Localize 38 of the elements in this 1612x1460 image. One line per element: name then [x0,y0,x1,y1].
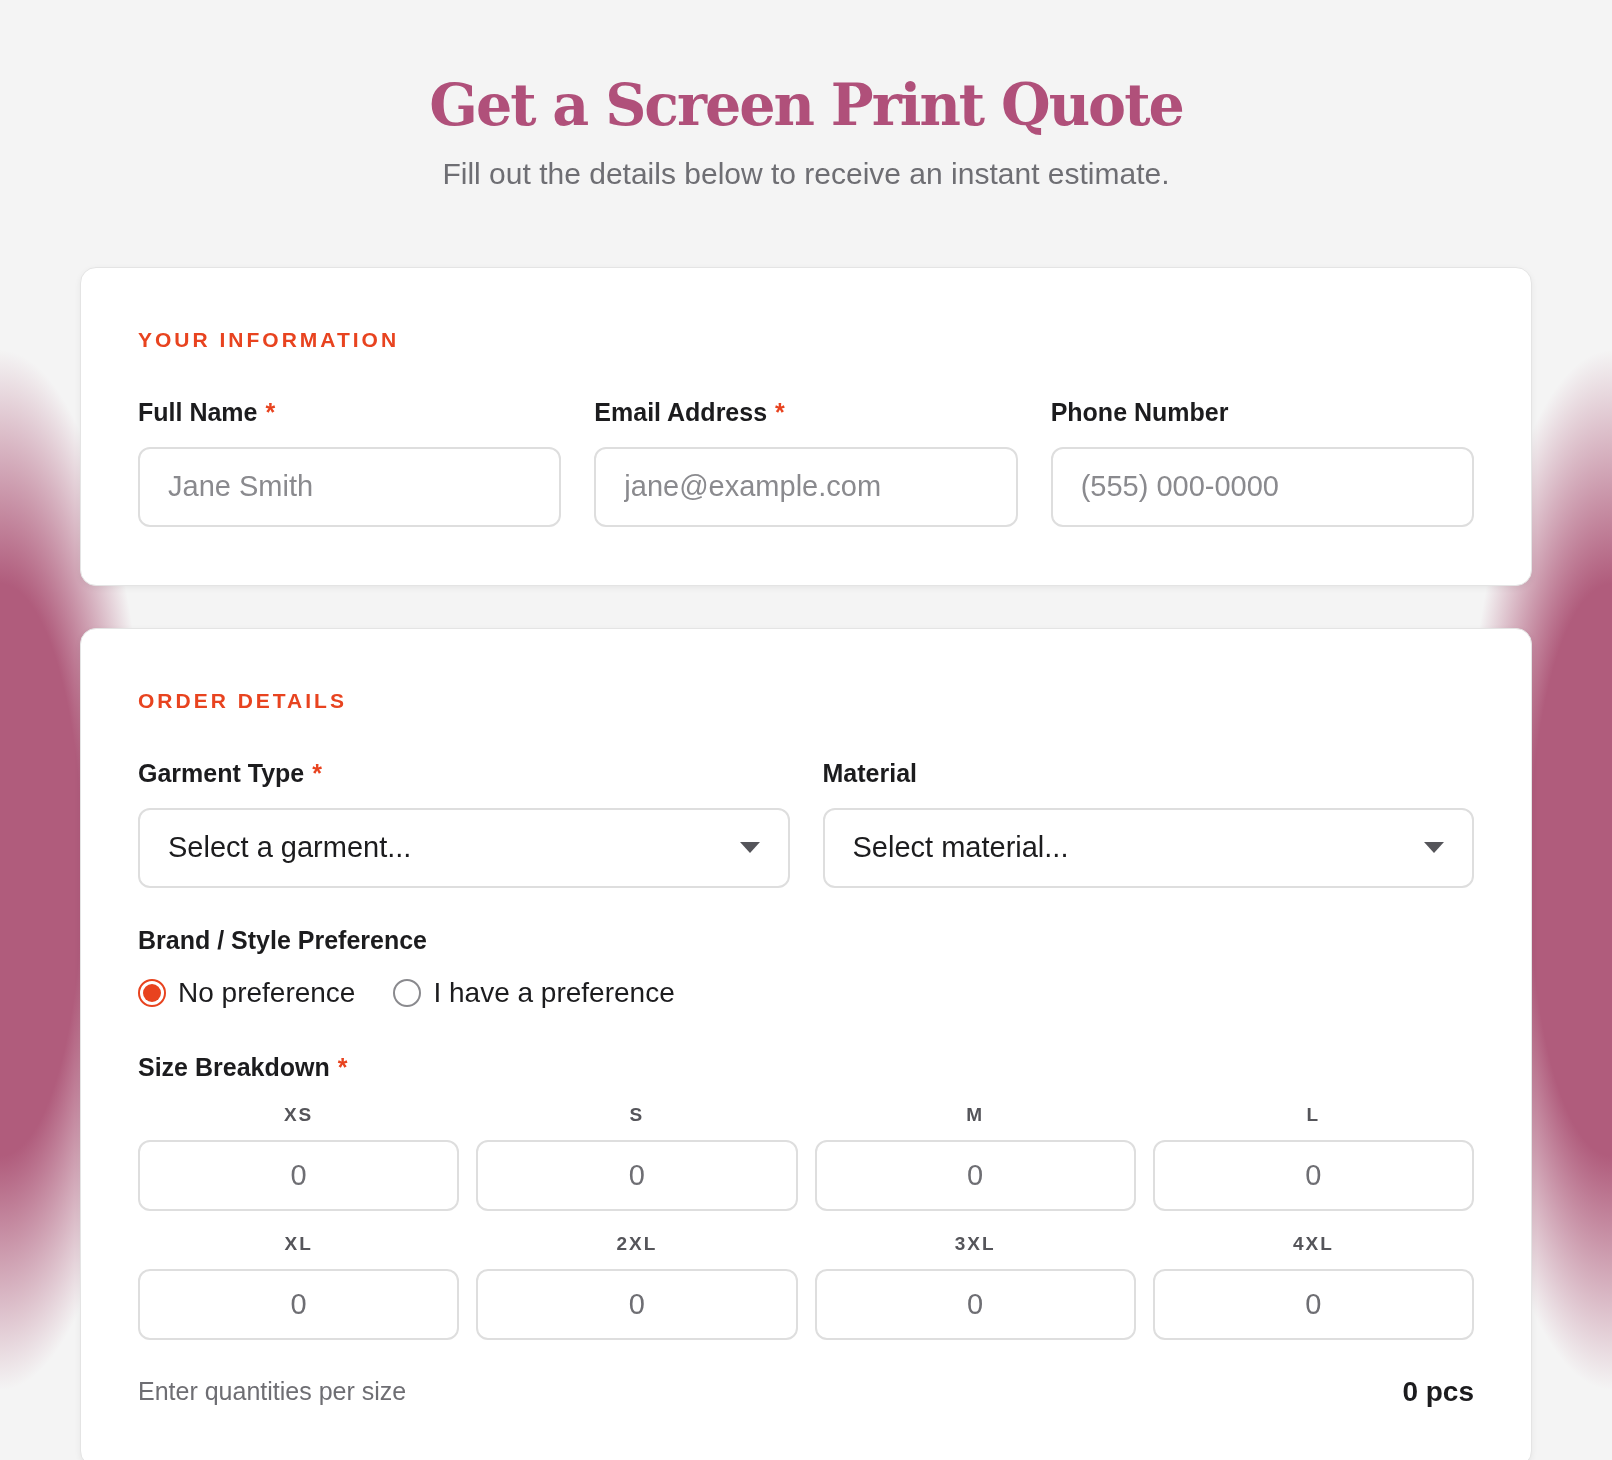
total-count: 0 pcs [1402,1375,1474,1408]
select-field[interactable]: Select material... [822,807,1474,888]
size-label: XL [283,1232,314,1255]
field-label: Size Breakdown * [138,1052,349,1082]
quantity-field[interactable]: 0 [138,1268,460,1340]
quantity-field[interactable]: 0 [814,1268,1136,1340]
page-subtitle: Fill out the details below to receive an instant estimate. [442,156,1170,191]
size-label: L [1305,1103,1322,1126]
quantity-field[interactable]: 0 [1152,1139,1474,1211]
field-label: Material [822,758,918,788]
field-label: Phone Number [1050,397,1230,427]
quantity-field[interactable]: 0 [1152,1268,1474,1340]
quantity-field[interactable]: 0 [476,1268,798,1340]
input-field[interactable]: Jane Smith [138,446,562,527]
quantity-field[interactable]: 0 [814,1139,1136,1211]
size-label: M [965,1103,986,1126]
size-label: XS [282,1103,315,1126]
input-field[interactable]: (555) 000-0000 [1050,446,1474,527]
page-title: Get a Screen Print Quote [429,74,1183,137]
select-field[interactable]: Select a garment... [138,807,790,888]
radio-option[interactable]: I have a preference [393,976,675,1009]
size-label: 3XL [953,1232,997,1255]
hint-text: Enter quantities per size [138,1377,407,1407]
size-label: 2XL [615,1232,659,1255]
field-label: Full Name * [138,397,277,427]
field-label: Brand / Style Preference [138,925,428,955]
field-label: Email Address * [594,397,786,427]
section-heading: YOUR INFORMATION [138,327,401,352]
caret-icon [1424,841,1444,854]
quantity-field[interactable]: 0 [476,1139,798,1211]
input-field[interactable]: jane@example.com [594,446,1018,527]
section-heading: ORDER DETAILS [138,688,348,713]
caret-icon [739,841,760,854]
field-label: Garment Type * [138,758,323,788]
radio-option[interactable]: No preference [138,976,356,1009]
size-label: 4XL [1291,1232,1335,1255]
size-label: S [628,1103,646,1126]
quantity-field[interactable]: 0 [138,1139,460,1211]
